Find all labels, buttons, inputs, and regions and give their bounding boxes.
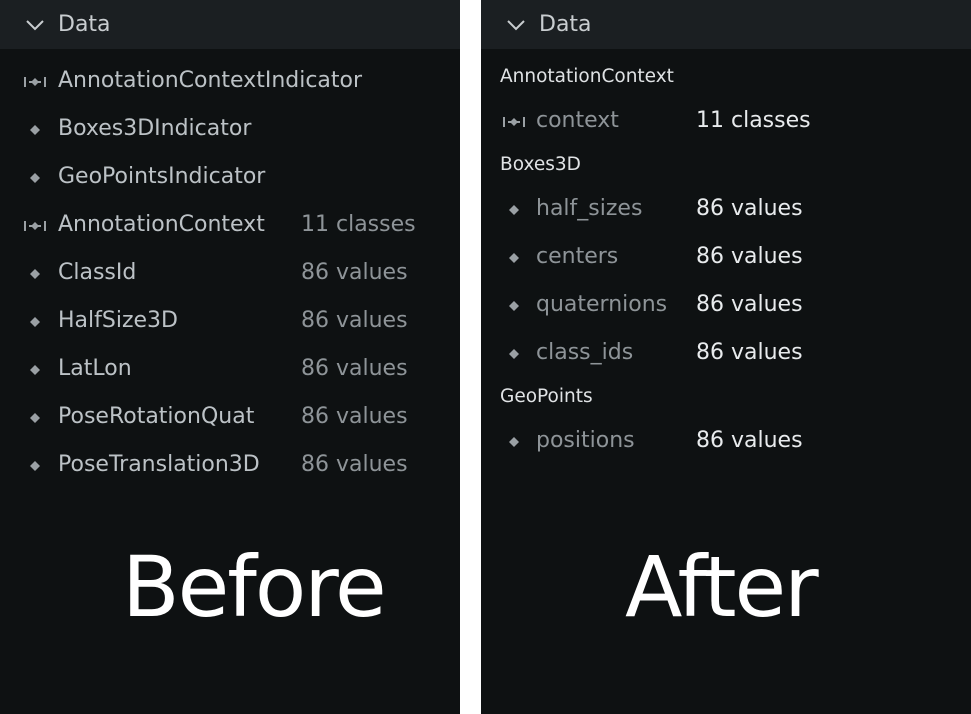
item-value: 86 values <box>301 452 408 477</box>
diamond-icon <box>23 362 47 378</box>
item-value: 86 values <box>696 196 803 221</box>
diamond-icon <box>502 202 526 218</box>
item-value: 86 values <box>696 428 803 453</box>
item-name: PoseRotationQuat <box>58 404 255 429</box>
item-name: AnnotationContext <box>58 212 265 237</box>
item-name: GeoPointsIndicator <box>58 164 266 189</box>
item-value: 86 values <box>696 340 803 365</box>
list-item[interactable]: Boxes3DIndicator <box>0 110 460 150</box>
group-label-boxes3d: Boxes3D <box>500 154 581 175</box>
list-item[interactable]: half_sizes 86 values <box>481 190 971 230</box>
diamond-icon <box>23 170 47 186</box>
indicator-icon <box>23 218 47 234</box>
item-name: quaternions <box>536 292 668 317</box>
item-name: AnnotationContextIndicator <box>58 68 363 93</box>
list-item[interactable]: positions 86 values <box>481 422 971 462</box>
diamond-icon <box>23 122 47 138</box>
diamond-icon <box>502 434 526 450</box>
chevron-down-icon <box>504 13 528 37</box>
item-name: PoseTranslation3D <box>58 452 260 477</box>
diamond-icon <box>23 410 47 426</box>
item-name: Boxes3DIndicator <box>58 116 252 141</box>
list-item[interactable]: ClassId 86 values <box>0 254 460 294</box>
list-item[interactable]: class_ids 86 values <box>481 334 971 374</box>
item-name: LatLon <box>58 356 132 381</box>
after-panel: Data AnnotationContext context 11 classe… <box>481 0 971 714</box>
list-item[interactable]: PoseTranslation3D 86 values <box>0 446 460 486</box>
diamond-icon <box>23 314 47 330</box>
list-item[interactable]: LatLon 86 values <box>0 350 460 390</box>
after-caption: After <box>625 538 819 636</box>
diamond-icon <box>502 250 526 266</box>
item-name: HalfSize3D <box>58 308 178 333</box>
group-label-geopoints: GeoPoints <box>500 386 593 407</box>
chevron-down-icon <box>23 13 47 37</box>
data-section-header[interactable]: Data <box>481 0 971 49</box>
before-panel: Data AnnotationContextIndicator Boxes3DI… <box>0 0 460 714</box>
list-item[interactable]: PoseRotationQuat 86 values <box>0 398 460 438</box>
item-name: class_ids <box>536 340 634 365</box>
item-value: 86 values <box>301 356 408 381</box>
item-name: positions <box>536 428 635 453</box>
section-title: Data <box>58 12 111 37</box>
item-value: 86 values <box>696 244 803 269</box>
list-item[interactable]: centers 86 values <box>481 238 971 278</box>
indicator-icon <box>502 114 526 130</box>
item-name: half_sizes <box>536 196 643 221</box>
item-name: centers <box>536 244 619 269</box>
item-value: 11 classes <box>301 212 416 237</box>
item-value: 86 values <box>301 404 408 429</box>
item-value: 86 values <box>301 308 408 333</box>
data-section-header[interactable]: Data <box>0 0 460 49</box>
item-value: 86 values <box>696 292 803 317</box>
diamond-icon <box>502 346 526 362</box>
item-name: context <box>536 108 619 133</box>
before-caption: Before <box>122 538 387 636</box>
indicator-icon <box>23 74 47 90</box>
diamond-icon <box>23 458 47 474</box>
list-item[interactable]: AnnotationContextIndicator <box>0 62 460 102</box>
group-label-annotation-context: AnnotationContext <box>500 66 674 87</box>
list-item[interactable]: context 11 classes <box>481 102 971 142</box>
list-item[interactable]: HalfSize3D 86 values <box>0 302 460 342</box>
diamond-icon <box>502 298 526 314</box>
list-item[interactable]: AnnotationContext 11 classes <box>0 206 460 246</box>
diamond-icon <box>23 266 47 282</box>
item-value: 86 values <box>301 260 408 285</box>
list-item[interactable]: quaternions 86 values <box>481 286 971 326</box>
item-value: 11 classes <box>696 108 811 133</box>
list-item[interactable]: GeoPointsIndicator <box>0 158 460 198</box>
section-title: Data <box>539 12 592 37</box>
item-name: ClassId <box>58 260 137 285</box>
